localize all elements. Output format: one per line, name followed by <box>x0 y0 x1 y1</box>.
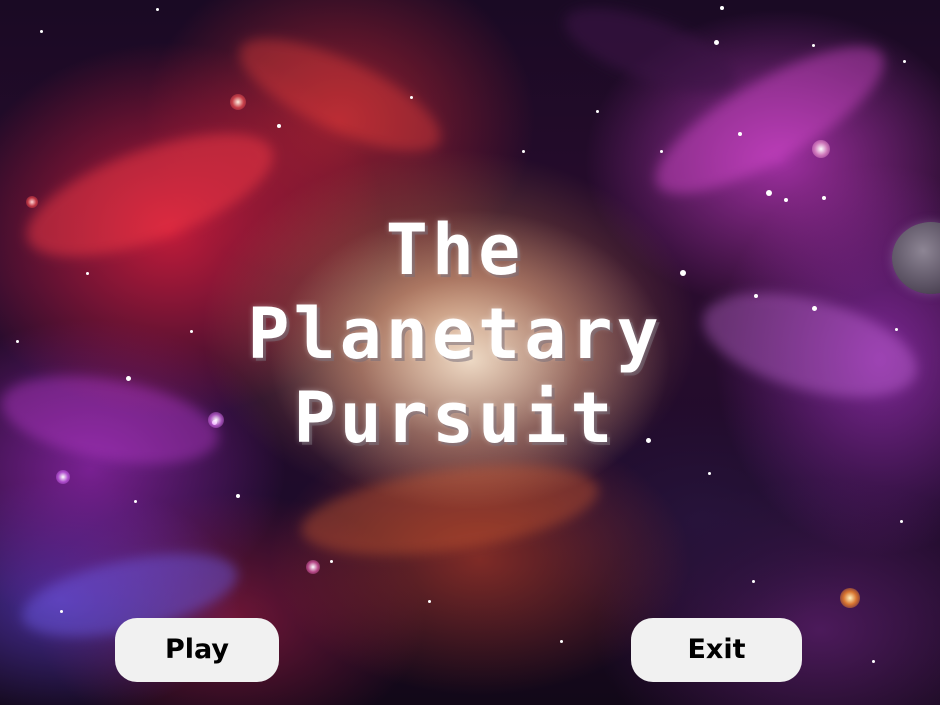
star <box>134 500 137 503</box>
nebula-streak <box>555 0 745 109</box>
star <box>738 132 742 136</box>
play-button[interactable]: Play <box>115 618 279 682</box>
star <box>708 472 711 475</box>
star <box>410 96 413 99</box>
star <box>766 190 772 196</box>
star <box>903 60 906 63</box>
star <box>714 40 719 45</box>
bright-star <box>56 470 70 484</box>
main-menu-screen: The Planetary Pursuit Play Exit <box>0 0 940 705</box>
title-line-1: The <box>385 209 525 291</box>
nebula-streak <box>295 449 605 571</box>
game-title: The Planetary Pursuit <box>0 208 910 460</box>
title-line-3: Pursuit <box>293 377 617 459</box>
star <box>752 580 755 583</box>
star <box>784 198 788 202</box>
star <box>522 150 525 153</box>
star <box>236 494 240 498</box>
star <box>812 44 815 47</box>
nebula-streak <box>225 16 455 174</box>
exit-button[interactable]: Exit <box>631 618 802 682</box>
bright-star <box>840 588 860 608</box>
star <box>596 110 599 113</box>
star <box>330 560 333 563</box>
star <box>40 30 43 33</box>
bright-star <box>306 560 320 574</box>
title-line-2: Planetary <box>247 293 663 375</box>
star <box>560 640 563 643</box>
star <box>156 8 159 11</box>
star <box>60 610 63 613</box>
star <box>720 6 724 10</box>
bright-star <box>26 196 38 208</box>
star <box>428 600 431 603</box>
star <box>660 150 663 153</box>
star <box>900 520 903 523</box>
star <box>277 124 281 128</box>
bright-star <box>230 94 246 110</box>
star <box>822 196 826 200</box>
star <box>872 660 875 663</box>
bright-star <box>812 140 830 158</box>
